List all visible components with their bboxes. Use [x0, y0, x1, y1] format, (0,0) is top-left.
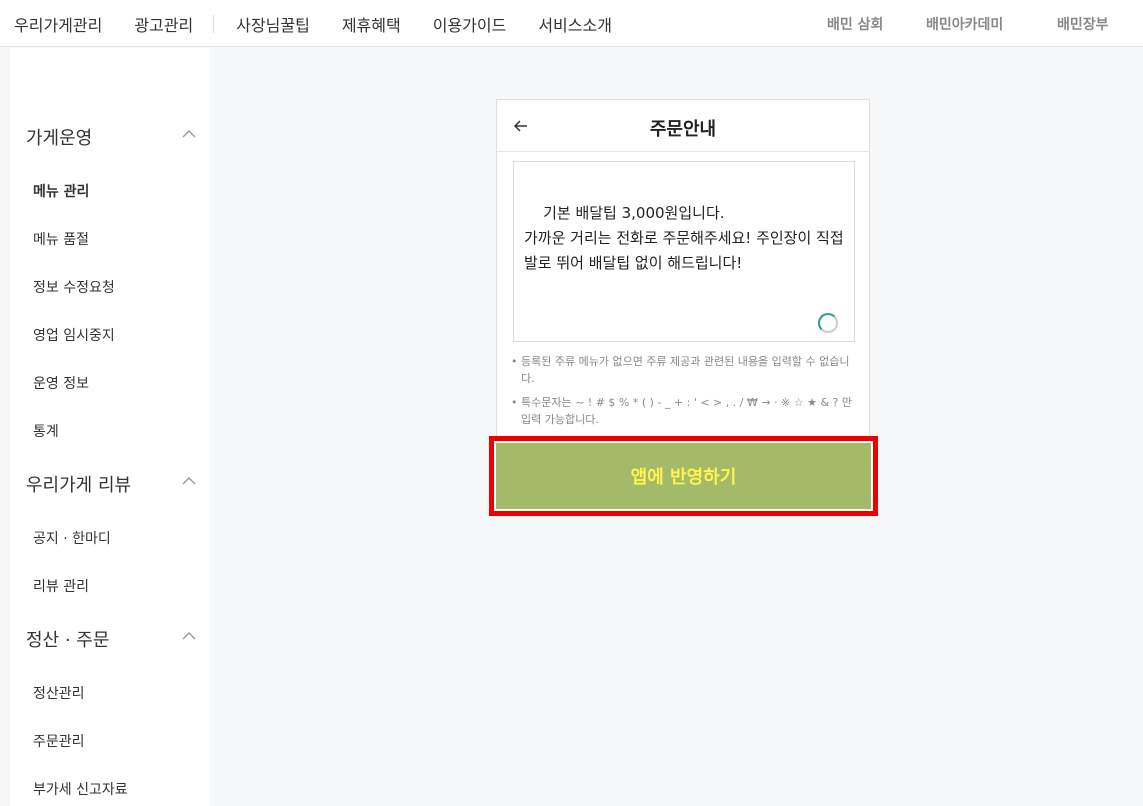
- loading-spinner-icon: [818, 313, 838, 333]
- sidebar-item-review-manage[interactable]: 리뷰 관리: [33, 576, 89, 596]
- order-info-textarea[interactable]: 기본 배달팁 3,000원입니다. 가까운 거리는 전화로 주문해주세요! 주인…: [513, 161, 855, 342]
- section-title: 가게운영: [26, 128, 93, 149]
- brand-baemin-academy[interactable]: 배민아카데미: [926, 14, 1003, 34]
- sidebar-item-vat-report[interactable]: 부가세 신고자료: [33, 779, 128, 799]
- bullet-icon: •: [511, 396, 518, 409]
- topnav-benefits[interactable]: 제휴혜택: [342, 12, 401, 36]
- topnav-store-manage[interactable]: 우리가게관리: [14, 12, 102, 36]
- sidebar-item-statistics[interactable]: 통계: [33, 421, 59, 441]
- apply-to-app-button[interactable]: 앱에 반영하기: [496, 443, 871, 509]
- order-info-panel: 주문안내 기본 배달팁 3,000원입니다. 가까운 거리는 전화로 주문해주세…: [496, 99, 870, 439]
- note-special-chars-text: 특수문자는 ~ ! # $ % * ( ) - _ + : ' < > , . …: [521, 396, 852, 426]
- brand-baemin-ledger[interactable]: 배민장부: [1057, 14, 1109, 34]
- sidebar-item-notice[interactable]: 공지 · 한마디: [33, 528, 111, 548]
- chevron-up-icon: [182, 477, 196, 485]
- sidebar-section-store-operation[interactable]: 가게운영: [26, 124, 196, 150]
- sidebar-item-menu-manage[interactable]: 메뉴 관리: [33, 181, 89, 201]
- topnav-service-intro[interactable]: 서비스소개: [538, 12, 612, 36]
- sidebar-item-menu-soldout[interactable]: 메뉴 품절: [33, 229, 89, 249]
- note-alcohol-text: 등록된 주류 메뉴가 없으면 주류 제공과 관련된 내용을 입력할 수 없습니다…: [521, 355, 850, 385]
- note-special-chars: • 특수문자는 ~ ! # $ % * ( ) - _ + : ' < > , …: [511, 394, 857, 428]
- topnav-ads-manage[interactable]: 광고관리: [134, 12, 193, 36]
- top-nav: 우리가게관리 광고관리 사장님꿀팁 제휴혜택 이용가이드 서비스소개: [14, 0, 644, 47]
- topnav-tips[interactable]: 사장님꿀팁: [236, 12, 310, 36]
- panel-title: 주문안내: [649, 119, 717, 140]
- sidebar-item-temp-close[interactable]: 영업 임시중지: [33, 325, 115, 345]
- sidebar-item-info-edit-request[interactable]: 정보 수정요청: [33, 277, 115, 297]
- chevron-up-icon: [182, 632, 196, 640]
- sidebar-section-reviews[interactable]: 우리가게 리뷰: [26, 471, 196, 497]
- sidebar-item-operation-info[interactable]: 운영 정보: [33, 373, 89, 393]
- topnav-guide[interactable]: 이용가이드: [433, 12, 507, 36]
- chevron-up-icon: [182, 130, 196, 138]
- sidebar-item-settlement[interactable]: 정산관리: [33, 683, 85, 703]
- sidebar-item-orders[interactable]: 주문관리: [33, 731, 85, 751]
- note-alcohol: • 등록된 주류 메뉴가 없으면 주류 제공과 관련된 내용을 입력할 수 없습…: [511, 353, 857, 387]
- section-title: 우리가게 리뷰: [26, 475, 132, 496]
- sidebar: 가게운영 메뉴 관리 메뉴 품절 정보 수정요청 영업 임시중지 운영 정보 통…: [10, 48, 210, 806]
- apply-button-highlight: 앱에 반영하기: [489, 436, 878, 516]
- brand-baemin-sanghoe[interactable]: 배민 삼회: [827, 14, 883, 34]
- topnav-divider: [213, 14, 215, 33]
- sidebar-section-settlement-orders[interactable]: 정산 · 주문: [26, 626, 196, 652]
- bullet-icon: •: [511, 355, 518, 368]
- order-info-text: 기본 배달팁 3,000원입니다. 가까운 거리는 전화로 주문해주세요! 주인…: [524, 204, 844, 272]
- top-bar: 우리가게관리 광고관리 사장님꿀팁 제휴혜택 이용가이드 서비스소개 배민 삼회…: [0, 0, 1143, 47]
- panel-header: 주문안내: [497, 100, 869, 152]
- section-title: 정산 · 주문: [26, 630, 110, 651]
